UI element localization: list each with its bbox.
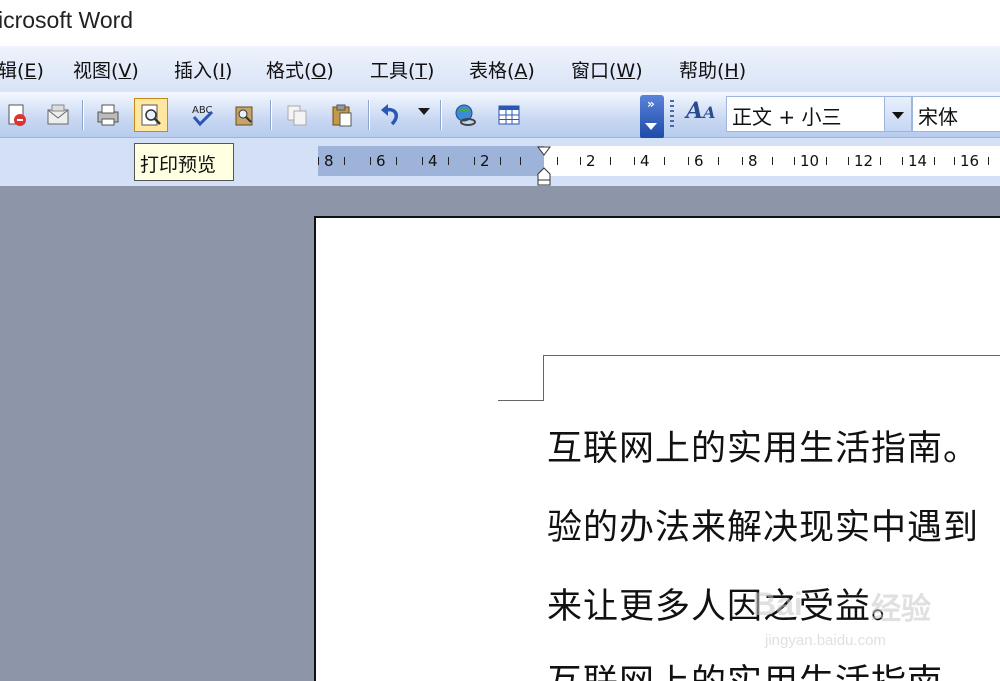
menu-format[interactable]: 格式(O) [266,56,334,83]
ruler-label: 14 [908,152,928,170]
paste-icon[interactable] [325,98,359,132]
text-boundary-corner [543,355,544,400]
ruler-label: 12 [854,152,874,170]
menu-edit[interactable]: 辑(E) [0,56,44,83]
text-boundary-corner [543,355,1000,356]
document-text-line[interactable]: 验的办法来解决现实中遇到 [547,499,979,550]
baidu-watermark: Bai 经验 jingyan.baidu.com [745,570,965,660]
style-select[interactable]: 正文 + 小三 [726,96,886,132]
font-select[interactable]: 宋体 [912,96,1000,132]
print-icon[interactable] [91,98,125,132]
undo-dropdown-icon[interactable] [418,108,430,115]
menu-table[interactable]: 表格(A) [469,56,535,83]
ruler-tick [988,157,989,165]
ruler-tick [718,157,719,165]
menu-tools[interactable]: 工具(T) [370,56,434,83]
indent-marker-icon[interactable] [537,146,551,186]
separator [82,100,84,130]
ruler-tick [396,157,397,165]
spelling-icon[interactable]: ABC [186,98,220,132]
menu-insert[interactable]: 插入(I) [174,56,232,83]
ruler-tick [826,157,827,165]
ruler-tick [448,157,449,165]
ruler-tick [772,157,773,165]
ruler-tick [664,157,665,165]
styles-icon[interactable]: AA [686,98,716,124]
hyperlink-icon[interactable] [448,98,482,132]
menu-view[interactable]: 视图(V) [73,56,139,83]
separator [368,100,370,130]
ruler-tick [557,157,558,165]
ruler-tick [954,157,955,165]
ruler-tick [688,157,689,165]
ruler-label: 8 [324,152,334,170]
ruler-label: 8 [748,152,758,170]
watermark-brand-cn: 经验 [871,592,931,627]
chevron-down-icon [892,112,904,119]
window-title: icrosoft Word [0,7,134,33]
ruler-tick [344,157,345,165]
watermark-brand: Bai [753,586,803,622]
toolbar-grip[interactable] [670,100,674,130]
ruler-label: 16 [960,152,980,170]
ruler-tick [634,157,635,165]
ruler-label: 2 [586,152,596,170]
research-icon[interactable] [228,98,262,132]
ruler-tick [848,157,849,165]
undo-icon[interactable] [374,98,408,132]
ruler-label: 6 [694,152,704,170]
watermark-url: jingyan.baidu.com [765,632,886,649]
copy-icon[interactable] [280,98,314,132]
tooltip: 打印预览 [134,143,234,181]
email-icon[interactable] [41,98,75,132]
ruler-label: 4 [640,152,650,170]
ruler-label: 4 [428,152,438,170]
ruler-tick [794,157,795,165]
ruler-tick [474,157,475,165]
ruler-label: 10 [800,152,820,170]
print-preview-icon[interactable] [134,98,168,132]
ruler-label: 2 [480,152,490,170]
ruler-tick [902,157,903,165]
ruler-tick [422,157,423,165]
document-text-line[interactable]: 互联网上的实用生活指南。 [547,420,979,471]
ruler-tick [520,157,521,165]
separator [440,100,442,130]
ruler-tick [370,157,371,165]
ruler-label: 6 [376,152,386,170]
text-boundary-corner [498,400,544,401]
separator [270,100,272,130]
ruler-tick [880,157,881,165]
permission-icon[interactable] [0,98,34,132]
title-bar: icrosoft Word [0,0,1000,46]
menu-window[interactable]: 窗口(W) [571,56,643,83]
ruler-tick [742,157,743,165]
menu-help[interactable]: 帮助(H) [679,56,746,83]
toolbar-options-icon[interactable]: » [640,95,664,139]
ruler-tick [610,157,611,165]
ruler-tick [934,157,935,165]
style-dropdown-button[interactable] [884,96,912,132]
table-icon[interactable] [492,98,526,132]
ruler-tick [500,157,501,165]
menu-bar: 辑(E) 视图(V) 插入(I) 格式(O) 工具(T) 表格(A) 窗口(W)… [0,46,1000,92]
ruler-tick [580,157,581,165]
ruler-tick [318,157,319,165]
